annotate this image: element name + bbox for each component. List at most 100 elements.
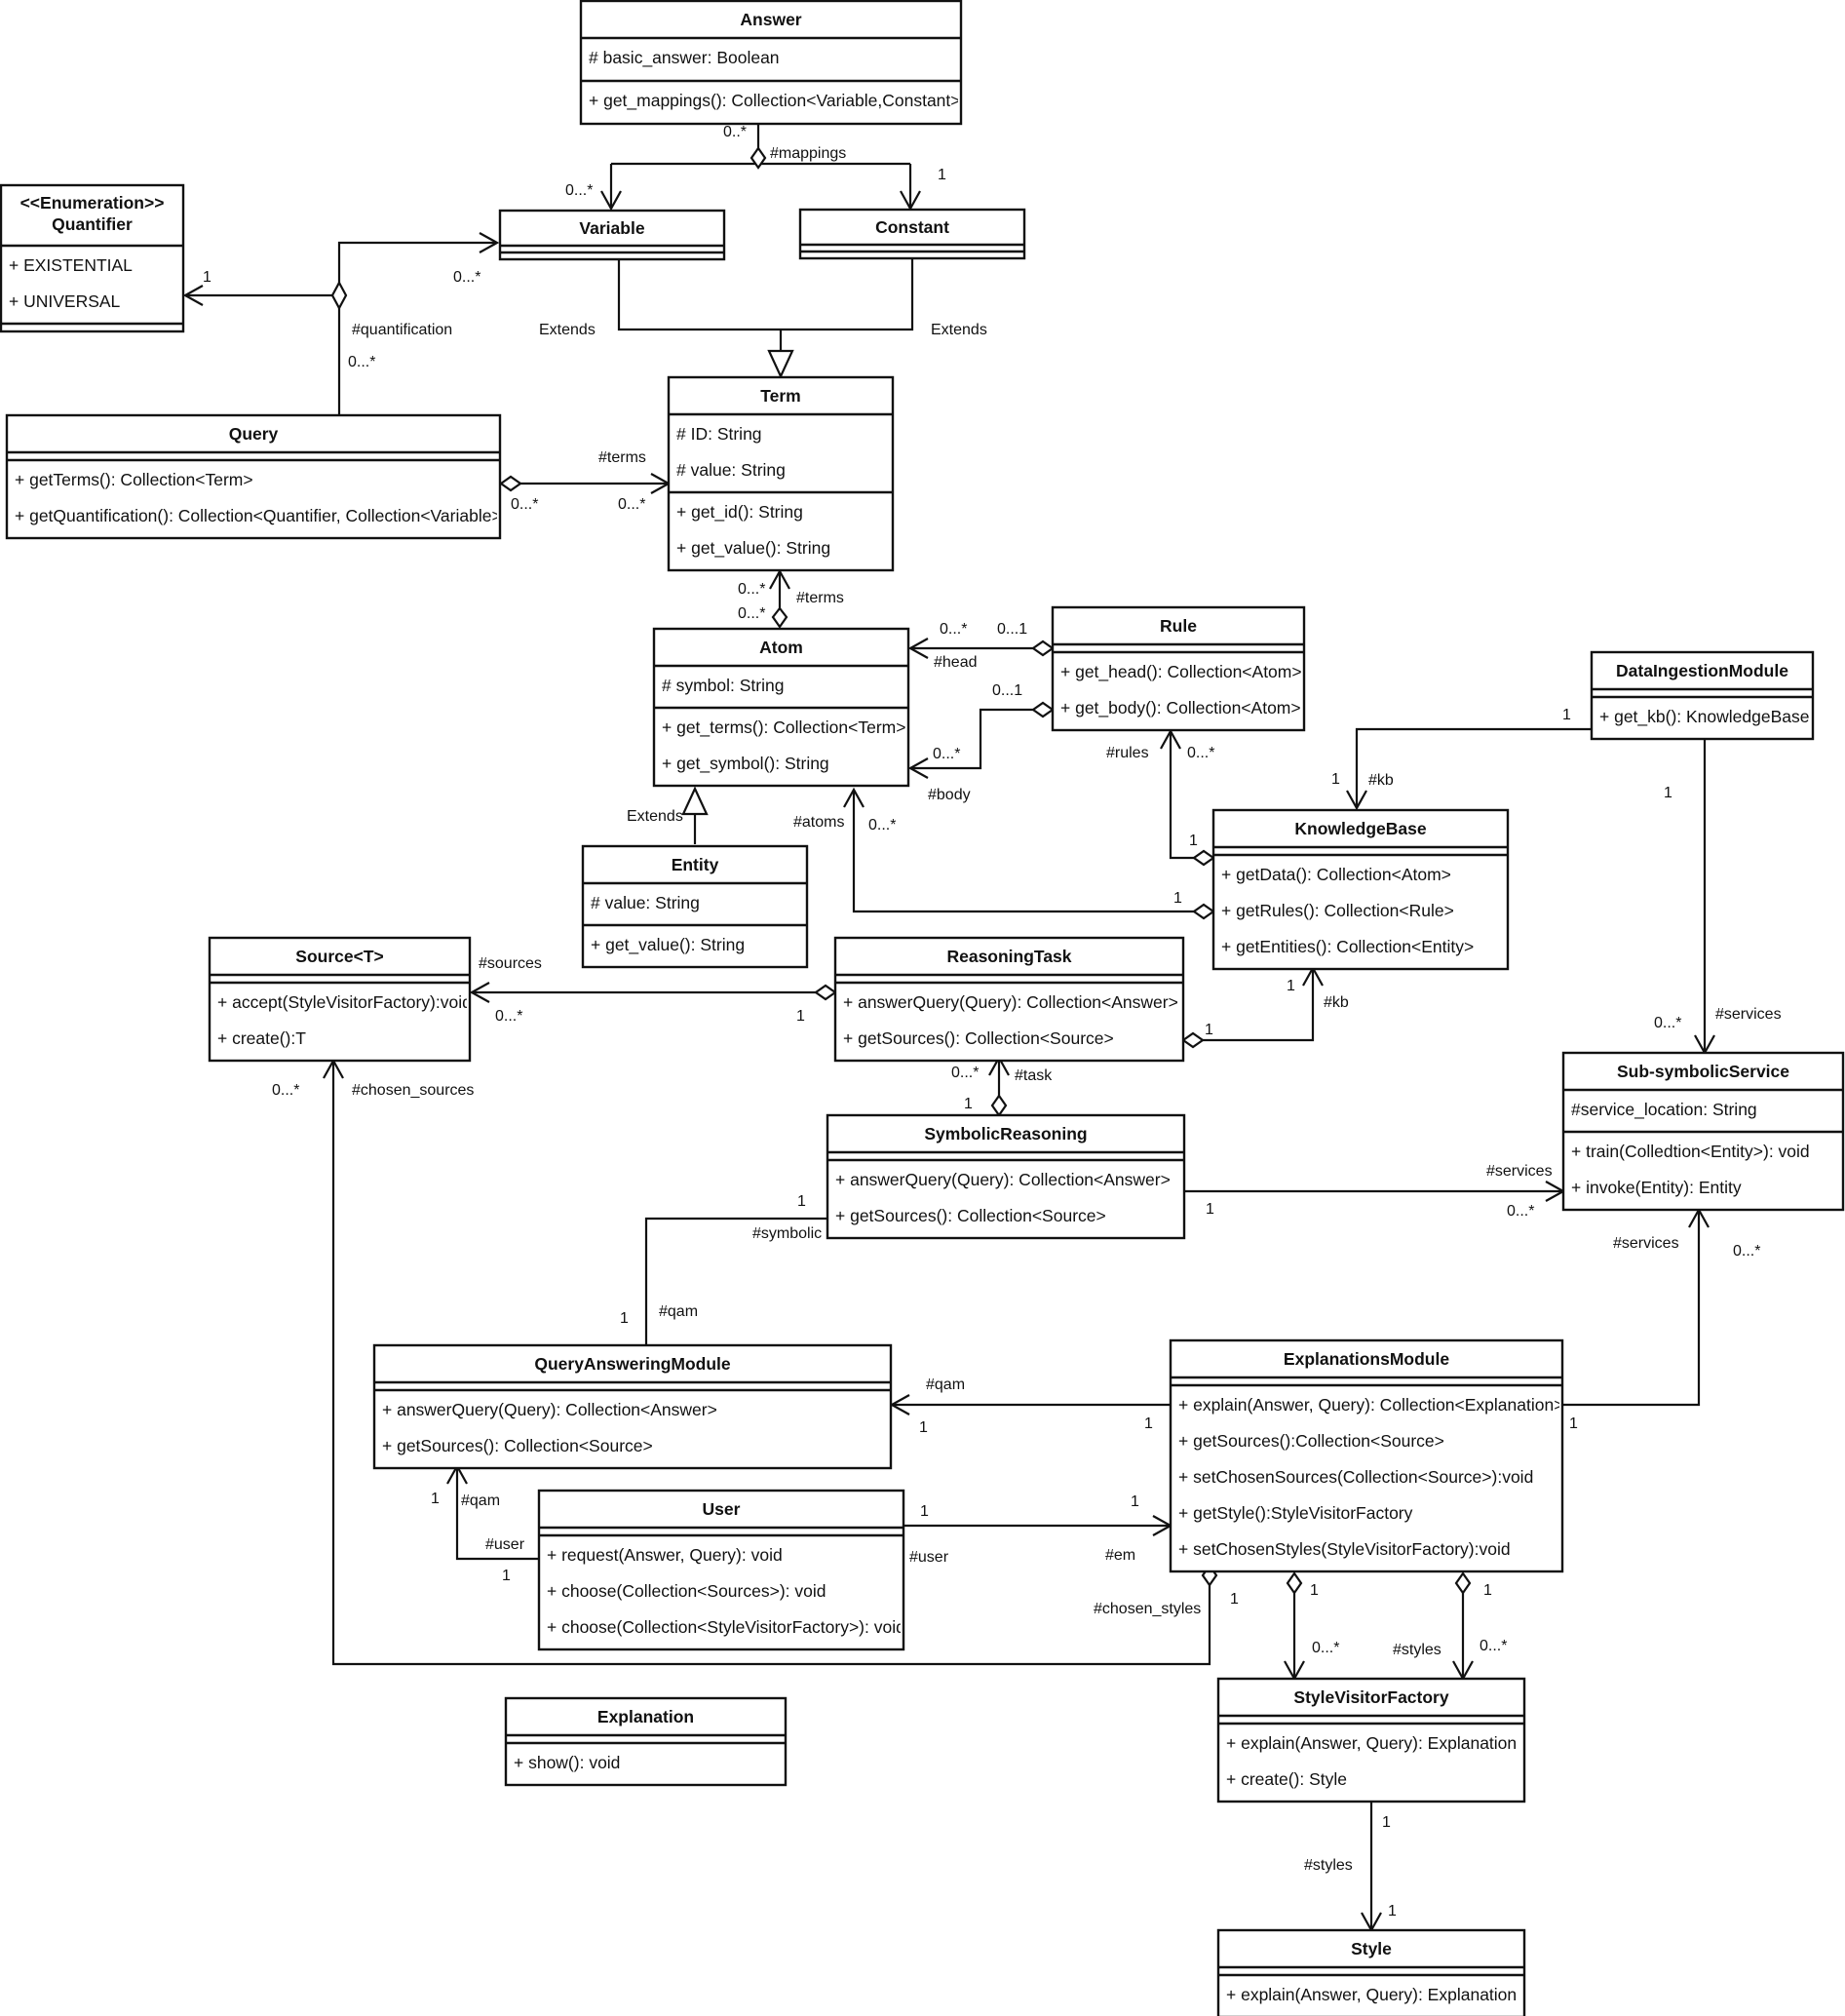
multiplicity-label: 1 bbox=[1205, 1022, 1213, 1038]
multiplicity-label: 1 bbox=[938, 167, 946, 183]
multiplicity-label: 0...* bbox=[1480, 1638, 1507, 1654]
multiplicity-label: 1 bbox=[1287, 978, 1295, 994]
class-style-visitor-factory[interactable]: StyleVisitorFactory + explain(Answer, Que… bbox=[1216, 1677, 1526, 1803]
role-label: #chosen_sources bbox=[352, 1082, 474, 1099]
aggregation-diamond-icon bbox=[814, 984, 837, 1001]
class-name: Explanation bbox=[597, 1707, 694, 1726]
edge-dim-kb bbox=[1355, 727, 1592, 808]
extends-label: Extends bbox=[539, 322, 596, 338]
role-label: #user bbox=[485, 1536, 525, 1553]
class-atom[interactable]: Atom # symbol: String + get_terms(): Colle… bbox=[652, 627, 910, 788]
class-constant[interactable]: Constant bbox=[798, 208, 1026, 260]
extends-label: Extends bbox=[931, 322, 987, 338]
class-query-answering-module[interactable]: QueryAnsweringModule + answerQuery(Query)… bbox=[372, 1343, 893, 1470]
class-method: + request(Answer, Query): void bbox=[547, 1545, 783, 1565]
multiplicity-label: 1 bbox=[1144, 1415, 1153, 1432]
class-method: + setChosenStyles(StyleVisitorFactory):v… bbox=[1178, 1539, 1511, 1559]
multiplicity-label: 0...* bbox=[951, 1065, 979, 1081]
class-name: Query bbox=[229, 424, 279, 444]
class-method: + explain(Answer, Query): Explanation bbox=[1226, 1733, 1517, 1753]
role-label: #styles bbox=[1304, 1857, 1353, 1874]
multiplicity-label: 1 bbox=[1310, 1582, 1319, 1599]
role-label: #terms bbox=[796, 590, 844, 606]
role-label: #sources bbox=[479, 955, 542, 972]
role-label: #qam bbox=[461, 1493, 500, 1509]
multiplicity-label: 0...* bbox=[565, 182, 593, 199]
multiplicity-label: 1 bbox=[1206, 1201, 1214, 1218]
class-attribute: + EXISTENTIAL bbox=[9, 255, 133, 275]
multiplicity-label: 0...* bbox=[1507, 1203, 1534, 1220]
role-label: #kb bbox=[1368, 772, 1394, 789]
multiplicity-label: 0...* bbox=[1312, 1640, 1339, 1656]
multiplicity-label: 0..* bbox=[723, 124, 747, 140]
multiplicity-label: 1 bbox=[1388, 1903, 1397, 1919]
multiplicity-label: 1 bbox=[1483, 1582, 1492, 1599]
role-label: #em bbox=[1105, 1547, 1135, 1564]
role-label: #body bbox=[928, 787, 971, 803]
multiplicity-label: 1 bbox=[796, 1008, 805, 1025]
class-data-ingestion-module[interactable]: DataIngestionModule + get_kb(): Knowledge… bbox=[1590, 650, 1815, 741]
role-label: #qam bbox=[659, 1303, 698, 1320]
generalization-triangle-icon bbox=[767, 349, 794, 379]
role-label: #user bbox=[909, 1549, 949, 1566]
class-name: StyleVisitorFactory bbox=[1293, 1687, 1448, 1707]
role-label: #rules bbox=[1106, 745, 1149, 761]
aggregation-diamond-icon bbox=[1192, 849, 1215, 867]
class-method: + explain(Answer, Query): Collection<Exp… bbox=[1178, 1395, 1563, 1415]
multiplicity-label: 1 bbox=[1664, 785, 1672, 801]
aggregation-diamond-icon bbox=[1181, 1031, 1205, 1049]
class-answer[interactable]: Answer # basic_answer: Boolean + get_mappi… bbox=[579, 0, 963, 126]
class-style[interactable]: Style + explain(Answer, Query): Explanati… bbox=[1216, 1928, 1526, 2016]
class-explanations-module[interactable]: ExplanationsModule + explain(Answer, Quer… bbox=[1169, 1338, 1564, 1573]
class-name: ReasoningTask bbox=[946, 947, 1071, 966]
role-label: #atoms bbox=[793, 814, 844, 831]
aggregation-diamond-icon bbox=[990, 1094, 1008, 1117]
class-method: + getTerms(): Collection<Term> bbox=[15, 470, 253, 489]
class-query[interactable]: Query + getTerms(): Collection<Term> + get… bbox=[5, 413, 502, 540]
class-quantifier[interactable]: <<Enumeration>>Quantifier + EXISTENTIAL + … bbox=[0, 183, 185, 333]
class-method: + answerQuery(Query): Collection<Answer> bbox=[843, 992, 1178, 1012]
edge-kb-atoms bbox=[852, 790, 1195, 913]
class-term[interactable]: Term # ID: String # value: String + get_id(… bbox=[667, 375, 895, 572]
class-attribute: # ID: String bbox=[676, 424, 762, 444]
class-source[interactable]: Source<T> + accept(StyleVisitorFactory):v… bbox=[208, 936, 472, 1063]
role-label: #services bbox=[1486, 1163, 1553, 1180]
extends-label: Extends bbox=[627, 808, 683, 825]
multiplicity-label: 1 bbox=[1331, 771, 1340, 788]
multiplicity-label: 0...* bbox=[933, 746, 960, 762]
aggregation-diamond-icon bbox=[1031, 701, 1055, 718]
class-entity[interactable]: Entity # value: String + get_value(): Stri… bbox=[581, 844, 809, 969]
multiplicity-label: 0...* bbox=[272, 1082, 299, 1099]
aggregation-diamond-icon bbox=[1031, 640, 1055, 657]
class-method: + get_value(): String bbox=[676, 538, 830, 559]
multiplicity-label: 0...* bbox=[738, 605, 765, 622]
multiplicity-label: 0...* bbox=[940, 621, 967, 638]
class-sub-symbolic-service[interactable]: Sub-symbolicService #service_location: St… bbox=[1561, 1051, 1845, 1212]
class-method: + explain(Answer, Query): Explanation bbox=[1226, 1985, 1517, 2004]
class-attribute: # basic_answer: Boolean bbox=[589, 48, 780, 68]
class-method: + choose(Collection<StyleVisitorFactory>… bbox=[547, 1617, 905, 1637]
class-knowledge-base[interactable]: KnowledgeBase + getData(): Collection<Ato… bbox=[1211, 808, 1510, 971]
class-name: Variable bbox=[579, 218, 644, 238]
class-method: + train(Colledtion<Entity>): void bbox=[1571, 1142, 1810, 1161]
multiplicity-label: 0...* bbox=[868, 817, 896, 834]
class-method: + create(): Style bbox=[1226, 1769, 1347, 1789]
class-reasoning-task[interactable]: ReasoningTask + answerQuery(Query): Colle… bbox=[833, 936, 1185, 1063]
class-user[interactable]: User + request(Answer, Query): void + choo… bbox=[537, 1489, 905, 1651]
multiplicity-label: 0...* bbox=[1733, 1243, 1760, 1260]
class-name: Rule bbox=[1160, 616, 1197, 636]
edge-rule-body bbox=[910, 708, 1034, 770]
class-attribute: # value: String bbox=[591, 893, 700, 912]
class-explanation[interactable]: Explanation + show(): void bbox=[504, 1696, 788, 1787]
class-method: + get_head(): Collection<Atom> bbox=[1060, 662, 1302, 682]
class-name: Term bbox=[760, 386, 801, 406]
role-label: #qam bbox=[926, 1376, 965, 1393]
aggregation-diamond-icon bbox=[499, 475, 522, 492]
class-symbolic-reasoning[interactable]: SymbolicReasoning + answerQuery(Query): C… bbox=[826, 1113, 1186, 1240]
class-rule[interactable]: Rule + get_head(): Collection<Atom> + get_… bbox=[1051, 605, 1306, 732]
role-label: #task bbox=[1015, 1067, 1053, 1084]
class-attribute: + UNIVERSAL bbox=[9, 291, 121, 311]
class-variable[interactable]: Variable bbox=[498, 209, 726, 261]
role-label: #symbolic bbox=[752, 1225, 822, 1242]
aggregation-diamond-icon bbox=[1454, 1571, 1472, 1595]
